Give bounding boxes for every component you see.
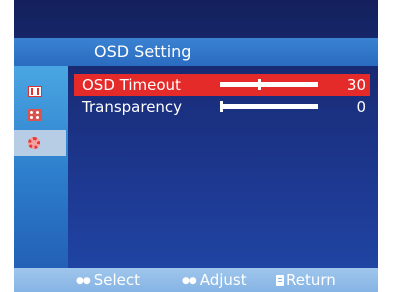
title-bar: OSD Setting <box>14 38 378 66</box>
color-icon <box>28 109 42 121</box>
hint-adjust-label: Adjust <box>199 271 247 289</box>
category-tab-settings[interactable] <box>14 130 66 156</box>
osd-window: OSD Setting OSD Timeout 30 Transparency … <box>14 0 378 292</box>
gear-icon <box>28 137 40 149</box>
osd-title: OSD Setting <box>94 42 192 61</box>
osd-timeout-slider[interactable] <box>220 79 318 90</box>
transparency-slider[interactable] <box>220 101 318 112</box>
menu-item-transparency[interactable]: Transparency 0 <box>74 96 370 118</box>
hint-return: Return <box>276 268 336 292</box>
transparency-slider-knob[interactable] <box>220 101 223 112</box>
hint-select: ●● Select <box>76 268 140 292</box>
transparency-label: Transparency <box>82 98 183 116</box>
key-hint-bar: ●● Select ●● Adjust Return <box>14 268 378 292</box>
category-sidebar <box>14 66 68 268</box>
menu-button-icon <box>276 275 284 286</box>
adjust-dots-icon: ●● <box>182 275 197 286</box>
hint-select-label: Select <box>93 271 140 289</box>
monitor-icon <box>28 85 42 97</box>
category-tab-color[interactable] <box>14 104 66 126</box>
osd-timeout-value: 30 <box>346 76 366 94</box>
osd-timeout-slider-knob[interactable] <box>258 79 261 90</box>
menu-item-osd-timeout[interactable]: OSD Timeout 30 <box>74 74 370 96</box>
hint-return-label: Return <box>286 271 336 289</box>
osd-timeout-label: OSD Timeout <box>82 76 181 94</box>
hint-adjust: ●● Adjust <box>182 268 247 292</box>
category-tab-picture[interactable] <box>14 80 66 102</box>
transparency-value: 0 <box>356 98 366 116</box>
select-dots-icon: ●● <box>76 275 91 286</box>
